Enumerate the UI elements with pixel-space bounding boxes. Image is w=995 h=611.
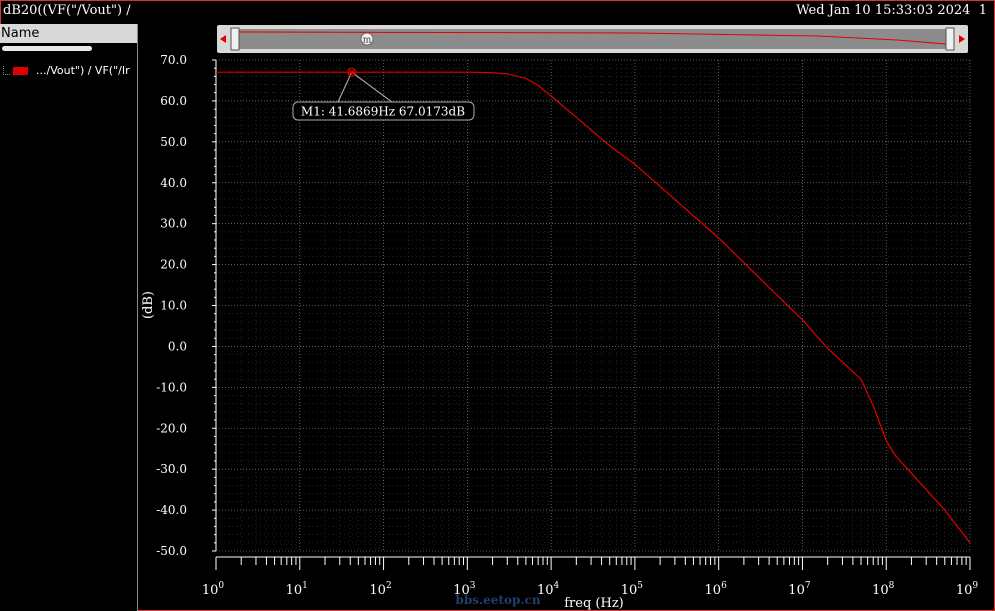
x-tick-label: 106 (705, 581, 728, 598)
y-tick-label: -30.0 (156, 462, 187, 476)
plot-area[interactable]: 70.0 60.0 50.0 40.0 30.0 20.0 10.0 0.0 -10.0 -20.… (0, 0, 995, 611)
y-axis-label: (dB) (141, 291, 156, 319)
y-tick-label: -40.0 (156, 503, 187, 517)
series-line[interactable] (216, 71, 971, 544)
y-tick-label: 40.0 (160, 176, 187, 190)
y-tick-label: -10.0 (156, 380, 187, 394)
y-tick-label: 30.0 (160, 217, 187, 231)
y-tick-label: -50.0 (156, 544, 187, 558)
x-tick-label: 101 (286, 581, 308, 598)
y-tick-label: 50.0 (160, 135, 187, 149)
y-tick-label: 20.0 (160, 258, 187, 272)
y-tick-label: -20.0 (156, 421, 187, 435)
y-tick-labels: 70.0 60.0 50.0 40.0 30.0 20.0 10.0 0.0 -10.0 -20.… (156, 53, 216, 558)
marker-leader-line (337, 71, 353, 103)
x-minor-ticks (240, 557, 967, 565)
watermark: bbs.eetop.cn (455, 593, 540, 607)
x-tick-label: 107 (788, 581, 811, 598)
x-tick-label: 108 (872, 581, 895, 598)
grid (215, 59, 971, 552)
x-tick-label: 102 (369, 581, 391, 598)
axes (215, 60, 970, 558)
x-tick-label: 109 (956, 581, 979, 598)
y-tick-label: 70.0 (160, 53, 187, 67)
x-tick-label: 100 (202, 581, 225, 598)
x-axis-label: freq (Hz) (564, 596, 624, 611)
marker-leader-line (351, 71, 393, 103)
x-tick-label: 105 (621, 581, 644, 598)
y-tick-label: 60.0 (160, 94, 187, 108)
marker-label: M1: 41.6869Hz 67.0173dB (301, 105, 465, 119)
y-tick-label: 10.0 (160, 299, 187, 313)
y-tick-label: 0.0 (168, 339, 187, 353)
x-tick-labels: 100 101 102 103 104 105 106 107 108 109 (202, 557, 979, 598)
